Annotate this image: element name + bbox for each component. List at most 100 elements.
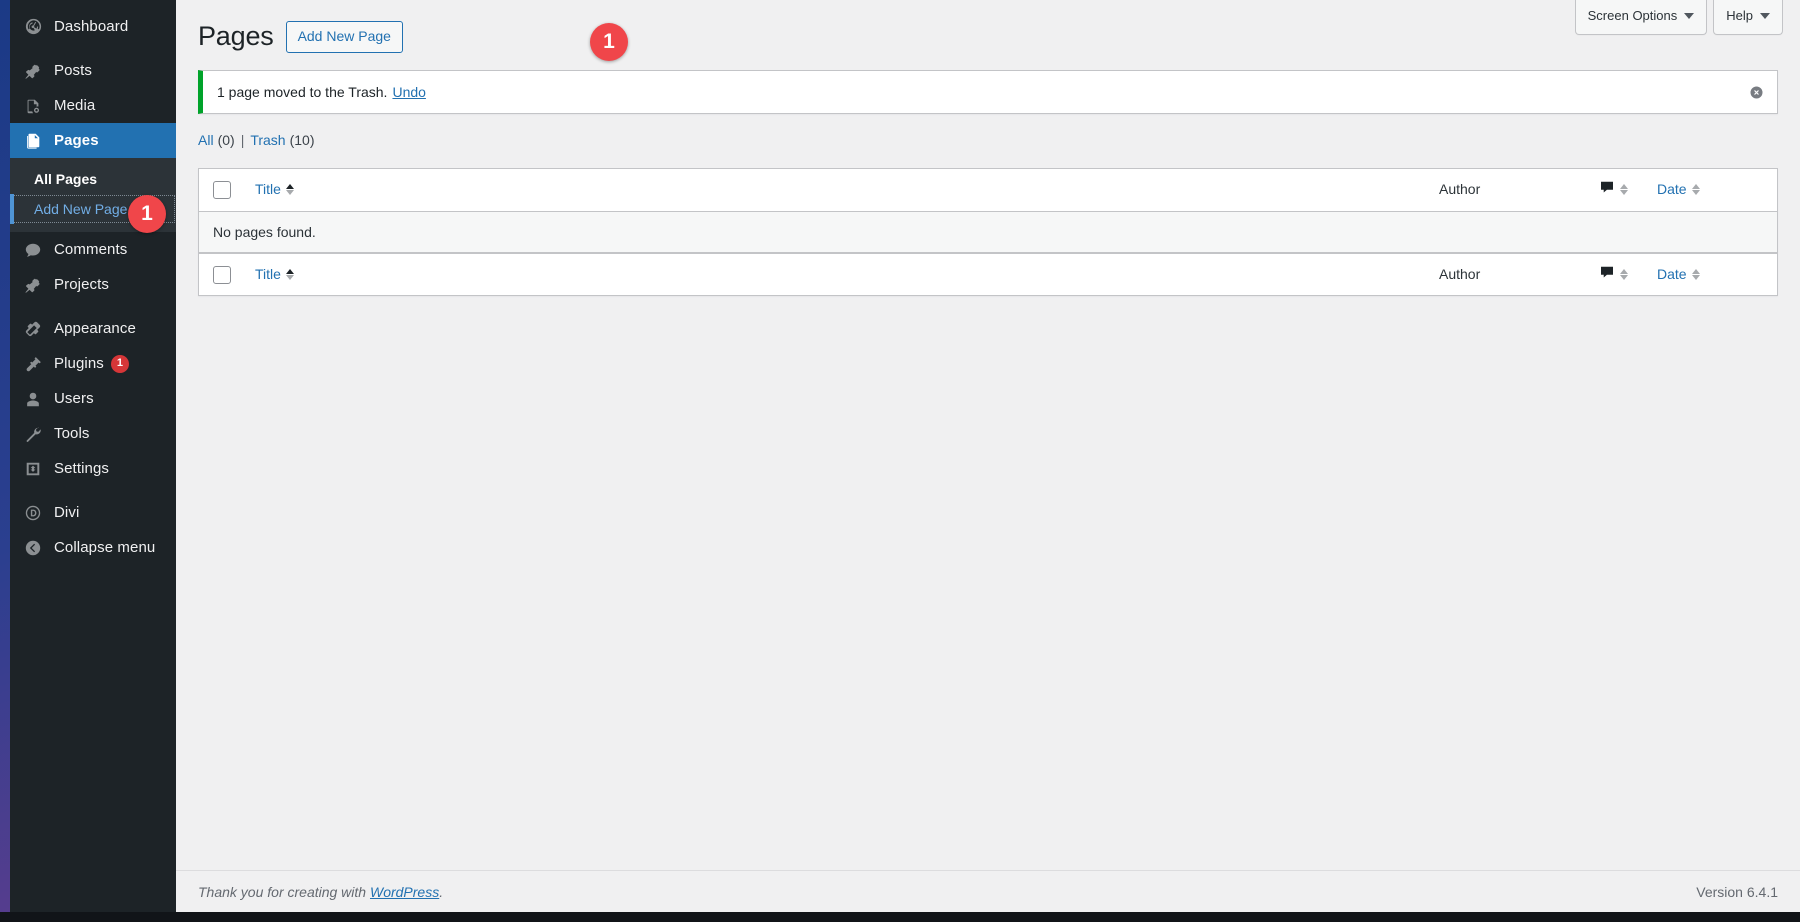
sidebar-item-divi[interactable]: Divi [10, 495, 176, 530]
sidebar-item-comments[interactable]: Comments [10, 232, 176, 267]
sidebar-item-label: Collapse menu [54, 539, 156, 556]
wrench-icon [22, 424, 44, 444]
sidebar-item-label: Pages [54, 132, 99, 149]
sidebar-item-pages[interactable]: Pages [10, 123, 184, 158]
annotation-marker-1-sidebar: 1 [128, 195, 166, 233]
column-header-checkbox [199, 169, 245, 212]
column-footer-author: Author [1429, 252, 1589, 296]
sort-title-link-footer[interactable]: Title [255, 265, 281, 285]
sidebar-item-label: Appearance [54, 320, 136, 337]
trash-notice: 1 page moved to the Trash. Undo [198, 70, 1778, 114]
comments-icon [1599, 264, 1615, 286]
filter-link-all[interactable]: All [198, 132, 214, 148]
sidebar-item-dashboard[interactable]: Dashboard [10, 9, 176, 44]
column-footer-date[interactable]: Date [1647, 252, 1777, 296]
sidebar-item-label: Media [54, 97, 96, 114]
sidebar-item-label: Settings [54, 460, 109, 477]
column-header-date[interactable]: Date [1647, 169, 1777, 212]
filter-item-trash: Trash (10) [250, 132, 314, 148]
divi-icon [22, 503, 44, 523]
os-bottom-strip [0, 912, 1800, 922]
footer-thanks-suffix: . [439, 883, 444, 900]
submenu-item-all-pages[interactable]: All Pages [10, 164, 176, 194]
filter-separator-glyph: | [240, 132, 245, 148]
sidebar-item-label: Divi [54, 504, 80, 521]
filter-count-all: (0) [217, 132, 235, 148]
table-header-row: Title Author Date [199, 169, 1777, 212]
filter-link-trash[interactable]: Trash [250, 132, 285, 148]
collapse-icon [22, 538, 44, 558]
sidebar-item-appearance[interactable]: Appearance [10, 311, 176, 346]
sort-indicator-icon [1691, 268, 1700, 280]
admin-content-area: Screen Options Help Pages Add New Page 1… [176, 0, 1800, 912]
column-footer-comments[interactable] [1589, 252, 1647, 296]
menu-spacer [10, 0, 176, 9]
footer-thanks: Thank you for creating with WordPress. [198, 884, 443, 900]
add-new-page-button[interactable]: Add New Page [285, 20, 403, 54]
author-label-footer: Author [1439, 265, 1481, 282]
column-header-title[interactable]: Title [245, 169, 1429, 212]
select-all-checkbox[interactable] [213, 181, 231, 200]
comment-icon [22, 240, 44, 260]
sidebar-item-media[interactable]: Media [10, 88, 176, 123]
menu-separator [10, 486, 176, 495]
sidebar-item-collapse-menu[interactable]: Collapse menu [10, 530, 176, 565]
page-header: Pages Add New Page 1 [198, 12, 1778, 61]
sort-indicator-icon [285, 268, 294, 280]
annotation-marker-1-header: 1 [590, 23, 628, 61]
no-items-message: No pages found. [199, 211, 1777, 253]
sort-indicator-icon [285, 184, 294, 196]
table-head: Title Author Date [199, 169, 1777, 212]
filter-count-trash: (10) [289, 132, 315, 148]
sort-date-link[interactable]: Date [1657, 180, 1687, 200]
column-footer-checkbox [199, 252, 245, 296]
filter-item-all: All (0) [198, 132, 235, 148]
sidebar-item-label: Users [54, 390, 94, 407]
column-header-comments[interactable] [1589, 169, 1647, 212]
admin-footer: Thank you for creating with WordPress. V… [176, 870, 1800, 912]
sidebar-item-tools[interactable]: Tools [10, 416, 176, 451]
pages-list-table: Title Author Date No pages found. Title … [198, 168, 1778, 297]
plug-icon [22, 354, 44, 374]
column-footer-title[interactable]: Title [245, 252, 1429, 296]
sidebar-item-label: Tools [54, 425, 90, 442]
settings-icon [22, 459, 44, 479]
select-all-checkbox-footer[interactable] [213, 265, 231, 284]
dismiss-icon[interactable] [1743, 79, 1769, 105]
page-title: Pages [198, 21, 274, 52]
brush-icon [22, 319, 44, 339]
menu-separator [10, 302, 176, 311]
sidebar-item-label: Comments [54, 241, 128, 258]
admin-sidebar-menu: Dashboard Posts Media Pages All Pages Ad… [10, 0, 184, 912]
sidebar-item-projects[interactable]: Projects [10, 267, 176, 302]
status-filter-links: All (0) | Trash (10) [198, 132, 1778, 148]
sort-indicator-icon [1620, 184, 1628, 196]
pin-icon [22, 275, 44, 295]
notice-message: 1 page moved to the Trash. [217, 84, 388, 100]
sort-date-link-footer[interactable]: Date [1657, 265, 1687, 285]
filter-separator: | [235, 132, 251, 148]
author-label: Author [1439, 181, 1481, 197]
footer-thanks-prefix: Thank you for creating with [198, 883, 370, 900]
sidebar-item-settings[interactable]: Settings [10, 451, 176, 486]
undo-link[interactable]: Undo [392, 84, 425, 100]
comments-icon [1599, 179, 1615, 201]
pages-icon [22, 131, 44, 151]
wordpress-link[interactable]: WordPress [370, 884, 439, 900]
sort-indicator-icon [1691, 184, 1700, 196]
footer-version: Version 6.4.1 [1696, 883, 1778, 900]
sort-title-link[interactable]: Title [255, 180, 281, 200]
no-items-row: No pages found. [199, 211, 1777, 253]
sidebar-item-label: Posts [54, 62, 93, 79]
sidebar-item-users[interactable]: Users [10, 381, 176, 416]
pin-icon [22, 61, 44, 81]
user-icon [22, 389, 44, 409]
table-footer-row: Title Author Date [199, 252, 1777, 296]
sidebar-item-label: Dashboard [54, 18, 129, 35]
sidebar-item-label: Projects [54, 276, 109, 293]
sidebar-item-plugins[interactable]: Plugins 1 [10, 346, 176, 381]
menu-separator [10, 44, 176, 53]
column-header-author: Author [1429, 169, 1589, 212]
sidebar-item-posts[interactable]: Posts [10, 53, 176, 88]
page-wrap: Pages Add New Page 1 1 page moved to the… [176, 0, 1800, 297]
